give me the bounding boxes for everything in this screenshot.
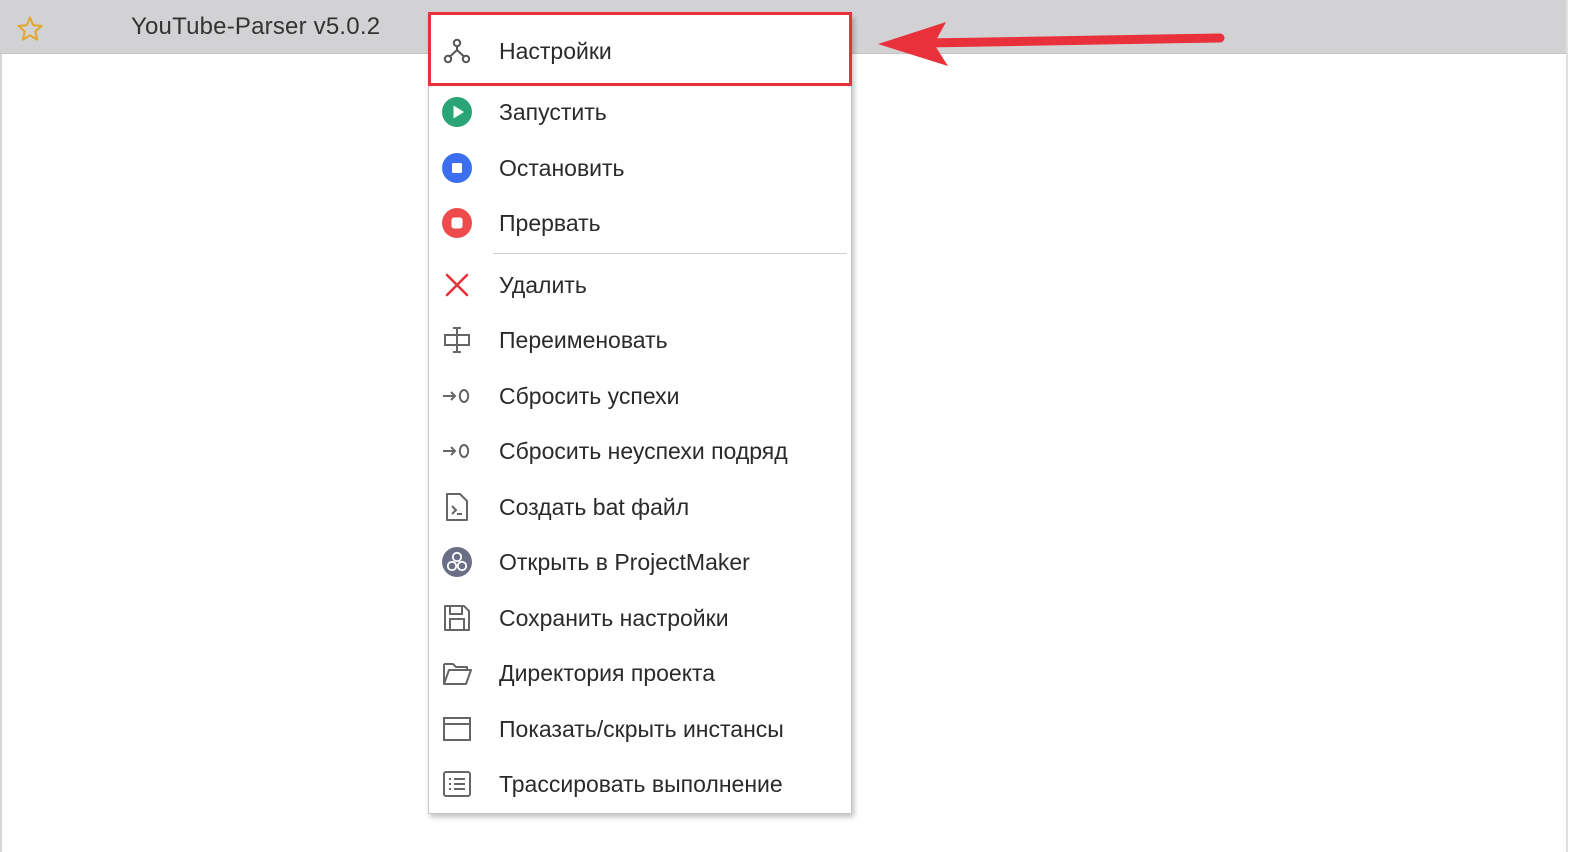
delete-x-icon — [445, 273, 469, 297]
play-circle-icon — [442, 97, 472, 127]
script-file-icon — [446, 493, 468, 521]
list-trace-icon — [443, 771, 471, 797]
menu-item-label: Открыть в ProjectMaker — [499, 549, 750, 575]
menu-item-toggle-instances[interactable]: Показать/скрыть инстансы — [429, 705, 851, 753]
menu-item-trace-execution[interactable]: Трассировать выполнение — [429, 760, 851, 808]
star-icon[interactable] — [16, 15, 44, 43]
menu-item-label: Остановить — [499, 155, 625, 181]
arrow-annotation-icon — [878, 22, 1225, 66]
menu-item-project-directory[interactable]: Директория проекта — [429, 649, 851, 697]
menu-item-create-bat[interactable]: Создать bat файл — [429, 483, 851, 531]
projectmaker-icon — [442, 547, 472, 577]
window-icon — [443, 717, 471, 741]
folder-open-icon — [443, 663, 472, 685]
menu-item-label: Директория проекта — [499, 660, 716, 686]
settings-hierarchy-icon — [443, 38, 471, 64]
menu-item-label: Настройки — [499, 38, 612, 64]
menu-item-label: Сбросить успехи — [499, 383, 680, 409]
menu-item-label: Сохранить настройки — [499, 605, 729, 631]
menu-item-start[interactable]: Запустить — [429, 88, 851, 136]
reset-to-zero-icon — [443, 444, 470, 458]
save-floppy-icon — [444, 605, 470, 631]
stop-circle-icon — [442, 153, 472, 183]
menu-item-label: Запустить — [499, 99, 607, 125]
right-border — [1566, 0, 1568, 852]
menu-item-label: Удалить — [499, 272, 587, 298]
menu-item-label: Прервать — [499, 210, 601, 236]
rename-cursor-icon — [444, 327, 470, 353]
menu-item-delete[interactable]: Удалить — [429, 261, 851, 309]
menu-item-rename[interactable]: Переименовать — [429, 316, 851, 364]
menu-item-label: Переименовать — [499, 327, 668, 353]
menu-item-reset-successes[interactable]: Сбросить успехи — [429, 372, 851, 420]
menu-item-stop[interactable]: Остановить — [429, 144, 851, 192]
project-title: YouTube-Parser v5.0.2 — [131, 13, 381, 40]
menu-separator — [493, 253, 847, 254]
menu-item-label: Показать/скрыть инстансы — [499, 716, 784, 742]
menu-item-label: Сбросить неуспехи подряд — [499, 438, 788, 464]
context-menu: Настройки Запустить Остановить Прервать … — [428, 14, 852, 814]
menu-item-label: Создать bat файл — [499, 494, 690, 520]
reset-to-zero-icon — [443, 389, 470, 403]
page: YouTube-Parser v5.0.2 Настройки Запустит… — [0, 0, 1584, 852]
left-border — [0, 0, 2, 852]
menu-item-open-projectmaker[interactable]: Открыть в ProjectMaker — [429, 538, 851, 586]
menu-item-label: Трассировать выполнение — [499, 771, 783, 797]
menu-item-settings[interactable]: Настройки — [429, 27, 851, 75]
menu-item-abort[interactable]: Прервать — [429, 199, 851, 247]
menu-item-save-settings[interactable]: Сохранить настройки — [429, 594, 851, 642]
abort-circle-icon — [442, 208, 472, 238]
menu-item-reset-failures[interactable]: Сбросить неуспехи подряд — [429, 427, 851, 475]
